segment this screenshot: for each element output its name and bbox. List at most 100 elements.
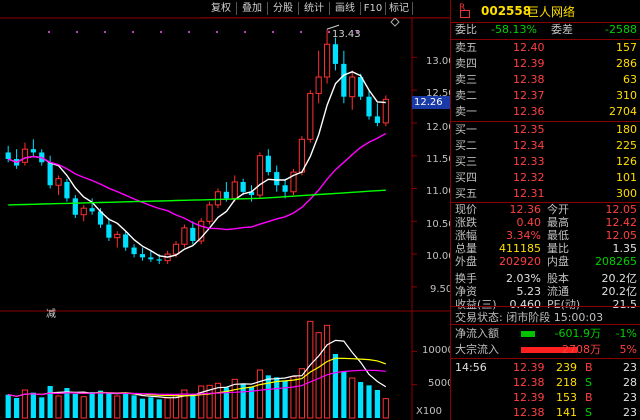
stock-header: R 002558 巨人网络 (451, 0, 640, 23)
tick-row: 12.38 218 S 28 (451, 375, 640, 390)
tick-row: 14:56 12.39 239 B 23 (451, 360, 640, 375)
tick-side: S (585, 376, 592, 389)
ask-volume: 2704 (609, 105, 637, 118)
ma20-line (7, 132, 387, 231)
event-dot (132, 31, 134, 33)
y-tick-label: 9.50 (430, 284, 453, 295)
candle-body (282, 185, 288, 192)
ask-volume: 310 (616, 89, 637, 102)
volume-bar (123, 394, 129, 418)
volume-bar (290, 376, 297, 419)
bid-row[interactable]: 买三 12.33 126 (451, 154, 640, 170)
bid-volume: 180 (616, 123, 637, 136)
ask-volume: 157 (616, 41, 637, 54)
candle-body (307, 92, 314, 140)
ask-row[interactable]: 卖五 12.40 157 (451, 40, 640, 56)
candle-body (64, 181, 70, 199)
bid-label: 买二 (455, 139, 477, 152)
tick-side: B (585, 361, 593, 374)
tick-price: 12.38 (513, 406, 545, 419)
candle-body (148, 257, 154, 260)
bid-price: 12.35 (513, 123, 545, 136)
ask-label: 卖三 (455, 73, 477, 86)
candle-body (256, 155, 264, 196)
candle-body (366, 96, 372, 117)
diamond-icon (390, 17, 400, 27)
toolbar-diejia-button[interactable]: 叠加 (238, 2, 266, 16)
volume-bar (198, 385, 205, 419)
candle-body (181, 227, 188, 245)
toolbar-biaoji-button[interactable]: 标记 (386, 2, 412, 16)
stat-value: 20.2亿 (601, 285, 638, 298)
ask-row[interactable]: 卖三 12.38 63 (451, 72, 640, 88)
stat-row: 总量 411185 量比 1.35 (451, 242, 640, 255)
volume-bar (366, 385, 372, 418)
tick-time: 14:56 (455, 361, 487, 374)
candle-body (172, 243, 180, 255)
toolbar-separator (329, 2, 330, 15)
toolbar-fengu-button[interactable]: 分股 (269, 2, 297, 16)
bid-price: 12.33 (513, 155, 545, 168)
stat-row: 换手 2.03% 股本 20.2亿 (451, 272, 640, 285)
volume-bar (374, 390, 381, 418)
flow-value: -601.9万 (554, 327, 601, 340)
weicha-value: -2588 (605, 23, 637, 36)
max-price-marker: 13.43 (332, 29, 361, 40)
stat-label: 现价 (455, 203, 477, 216)
flow-label: 大宗流入 (455, 343, 499, 356)
stat-value: 21.5 (612, 298, 638, 311)
tick-volume: 141 (556, 406, 577, 419)
candle-body (139, 254, 146, 258)
volume-bar (349, 377, 356, 419)
bid-row[interactable]: 买四 12.32 101 (451, 170, 640, 186)
r-icon[interactable]: R (457, 3, 475, 19)
candle-body (89, 208, 95, 212)
kline-chart-area[interactable]: 复权 叠加 分股 统计 画线 F10 标记 13.00 12.50 12.00 … (0, 0, 455, 420)
toolbar-fuquan-button[interactable]: 复权 (207, 2, 235, 16)
candle-body (55, 178, 62, 186)
candle-body (47, 162, 53, 186)
volume-bar (282, 380, 288, 418)
stat-label: 流通 (547, 285, 569, 298)
ask-row[interactable]: 卖四 12.39 286 (451, 56, 640, 72)
stat-row: 涨跌 0.40 最高 12.42 (451, 216, 640, 229)
volume-unit-label: X100 (416, 406, 442, 417)
ask-row[interactable]: 卖二 12.37 310 (451, 88, 640, 104)
stat-label: 总量 (455, 242, 477, 255)
toolbar-f10-button[interactable]: F10 (362, 2, 384, 16)
volume-bar (164, 397, 171, 419)
tick-count: 23 (623, 406, 637, 419)
tick-side: B (585, 391, 593, 404)
toolbar-separator (298, 2, 299, 15)
bid-row[interactable]: 买一 12.35 180 (451, 122, 640, 138)
volume-bar (190, 394, 196, 418)
stat-label: 涨跌 (455, 216, 477, 229)
divider (451, 306, 640, 307)
ask-row[interactable]: 卖一 12.36 2704 (451, 104, 640, 120)
bid-row[interactable]: 买二 12.34 225 (451, 138, 640, 154)
candle-body (30, 149, 36, 153)
toolbar-huaxian-button[interactable]: 画线 (331, 2, 359, 16)
tick-count: 23 (623, 391, 637, 404)
volume-bar (256, 369, 264, 419)
volume-bar (139, 398, 146, 418)
ask-volume: 286 (616, 57, 637, 70)
toolbar-tongji-button[interactable]: 统计 (300, 2, 328, 16)
volume-bar (80, 396, 87, 419)
stat-row: 外盘 202920 内盘 208265 (451, 255, 640, 268)
stat-value: 1.35 (612, 242, 638, 255)
candle-body (156, 259, 162, 261)
kline-chart-svg[interactable] (0, 0, 450, 420)
volume-bar (39, 397, 45, 418)
volume-bar (131, 395, 137, 418)
candle-body (123, 234, 129, 248)
candle-body (131, 247, 137, 255)
event-mark-label: 减 (46, 309, 56, 320)
candle-body (240, 181, 246, 192)
volume-bar (148, 397, 154, 418)
stat-row: 涨幅 3.34% 最低 12.05 (451, 229, 640, 242)
volume-bar (156, 399, 162, 418)
candle-body (190, 227, 196, 241)
bid-row[interactable]: 买五 12.31 300 (451, 186, 640, 202)
volume-bar (274, 377, 280, 418)
